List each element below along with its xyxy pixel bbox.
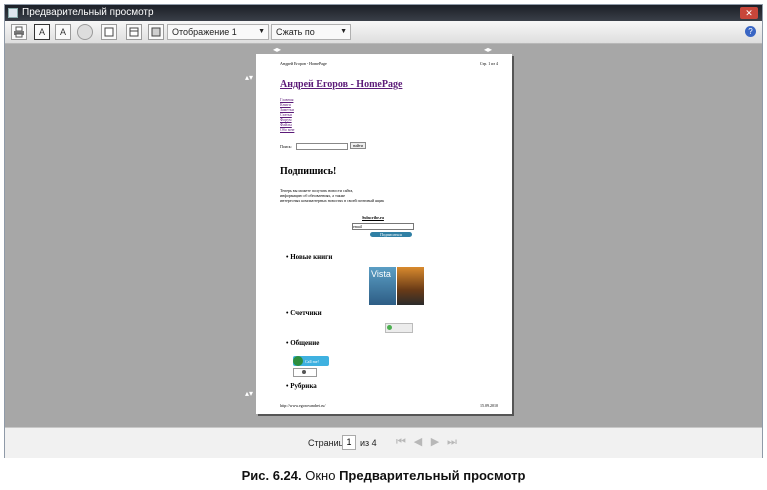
list-heading-text: Новые книги [290, 253, 333, 261]
page-footer-right: 15.09.2010 [480, 403, 498, 408]
list-heading-rubric: • Рубрика [286, 382, 317, 390]
header-footer-icon[interactable] [126, 24, 142, 40]
site-title[interactable]: Андрей Егоров - HomePage [280, 79, 402, 90]
view-mode-select[interactable]: Отображение 1 страницы ▼ [167, 24, 269, 51]
circle-icon[interactable] [77, 24, 93, 40]
call-label: Call me! [305, 359, 319, 364]
preview-area: ◂▸ ◂▸ ▴▾ ▴▾ Андрей Егоров - HomePage Стр… [5, 44, 762, 427]
text-size-small-button[interactable]: A [55, 24, 71, 40]
margin-marker-icon[interactable]: ▴▾ [245, 389, 253, 398]
list-heading-text: Общение [290, 339, 320, 347]
title-bar: Предварительный просмотр ✕ [5, 5, 762, 21]
status-dot-icon [302, 370, 306, 374]
printer-icon[interactable] [11, 24, 27, 40]
full-screen-icon[interactable] [148, 24, 164, 40]
toolbar: A A Отображение 1 страницы ▼ Сжать по ра… [5, 21, 762, 51]
previous-page-icon[interactable]: ◀ [412, 436, 424, 448]
page-footer-left: http://www.egorovandrei.ru/ [280, 403, 326, 408]
list-heading-communication: • Общение [286, 339, 320, 347]
search-input[interactable] [296, 143, 348, 150]
caption-bold-text: Предварительный просмотр [339, 468, 526, 483]
text-size-large-button[interactable]: A [34, 24, 50, 40]
chevron-down-icon: ▼ [258, 28, 265, 35]
subscribe-service-link[interactable]: Subscribe.ru [362, 215, 384, 220]
book-cover-vista[interactable]: Vista [369, 267, 396, 305]
status-bar: Страница 1 из 4 ⏮ ◀ ▶ ⏭ [5, 427, 762, 458]
figure-caption: Рис. 6.24. Окно Предварительный просмотр [0, 468, 767, 483]
preview-window: Предварительный просмотр ✕ A A Отображен… [4, 4, 763, 458]
nav-list: Главная Книги Заметки Статьи Форум Файлы… [280, 97, 294, 132]
search-button[interactable]: найти [350, 142, 366, 149]
list-heading-new-books: • Новые книги [286, 253, 333, 261]
page-header-right: Стр. 1 из 4 [479, 61, 498, 66]
caption-text: Окно [301, 468, 340, 483]
single-page-icon[interactable] [101, 24, 117, 40]
margin-marker-icon[interactable]: ◂▸ [484, 45, 492, 54]
list-heading-text: Счетчики [290, 309, 322, 317]
margin-marker-icon[interactable]: ◂▸ [273, 45, 281, 54]
close-button[interactable]: ✕ [740, 7, 758, 19]
help-icon[interactable]: ? [745, 26, 756, 37]
list-heading-text: Рубрика [290, 382, 317, 390]
skype-call-button[interactable]: Call me! [293, 356, 329, 366]
phone-icon [293, 356, 303, 366]
book-cover[interactable] [397, 267, 424, 305]
list-heading-counters: • Счетчики [286, 309, 322, 317]
preview-page: Андрей Егоров - HomePage Стр. 1 из 4 Анд… [256, 54, 512, 414]
search-label: Поиск: [280, 144, 292, 149]
fit-mode-select[interactable]: Сжать по размеру ▼ [271, 24, 351, 51]
next-page-icon[interactable]: ▶ [429, 436, 441, 448]
margin-marker-icon[interactable]: ▴▾ [245, 73, 253, 82]
figure-number: Рис. 6.24. [241, 468, 302, 483]
counter-badge[interactable] [385, 323, 413, 333]
subscribe-button[interactable]: Подписаться [370, 232, 412, 237]
subscribe-heading: Подпишись! [280, 166, 337, 177]
book-cover-text: Vista [371, 269, 391, 279]
status-badge[interactable] [293, 368, 317, 377]
email-input[interactable]: email [352, 223, 414, 230]
page-count: из 4 [360, 438, 377, 448]
window-title: Предварительный просмотр [22, 7, 154, 18]
subscribe-text-line: интересных компьютерных новостях в своей… [280, 198, 385, 203]
page-number-input[interactable]: 1 [342, 435, 356, 450]
page-header-left: Андрей Егоров - HomePage [280, 61, 327, 66]
chevron-down-icon: ▼ [340, 28, 347, 35]
nav-link[interactable]: Обо мне [280, 127, 294, 132]
last-page-icon[interactable]: ⏭ [446, 436, 458, 448]
first-page-icon[interactable]: ⏮ [395, 436, 407, 448]
counter-icon [387, 325, 392, 330]
app-icon [8, 8, 18, 18]
